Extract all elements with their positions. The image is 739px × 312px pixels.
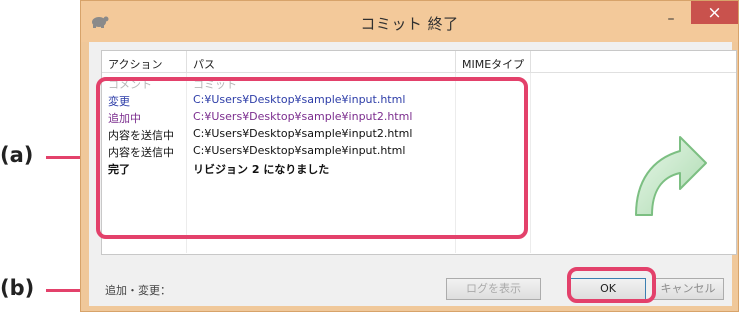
annotation-label-a: (a) [0, 143, 34, 167]
column-divider[interactable] [455, 51, 456, 73]
column-header-action[interactable]: アクション [108, 56, 162, 72]
column-divider[interactable] [186, 51, 187, 73]
highlight-frame-a [96, 77, 528, 239]
highlight-frame-b [567, 267, 656, 303]
cancel-button[interactable]: キャンセル [652, 278, 724, 300]
column-header-path[interactable]: パス [193, 56, 215, 72]
list-header: アクション パス MIMEタイプ [102, 51, 736, 73]
window-title: コミット 終了 [360, 15, 459, 33]
show-log-button[interactable]: ログを表示 [446, 278, 541, 300]
annotation-label-b: (b) [0, 276, 35, 300]
close-button[interactable]: × [691, 1, 738, 24]
commit-arrow-icon [622, 111, 712, 225]
column-line [530, 73, 531, 253]
column-header-mime[interactable]: MIMEタイプ [462, 56, 524, 72]
status-text: 追加・変更： [105, 284, 171, 297]
title-bar: コミット 終了 – × [81, 1, 738, 42]
column-divider[interactable] [530, 51, 531, 73]
minimize-button[interactable]: – [656, 8, 686, 31]
